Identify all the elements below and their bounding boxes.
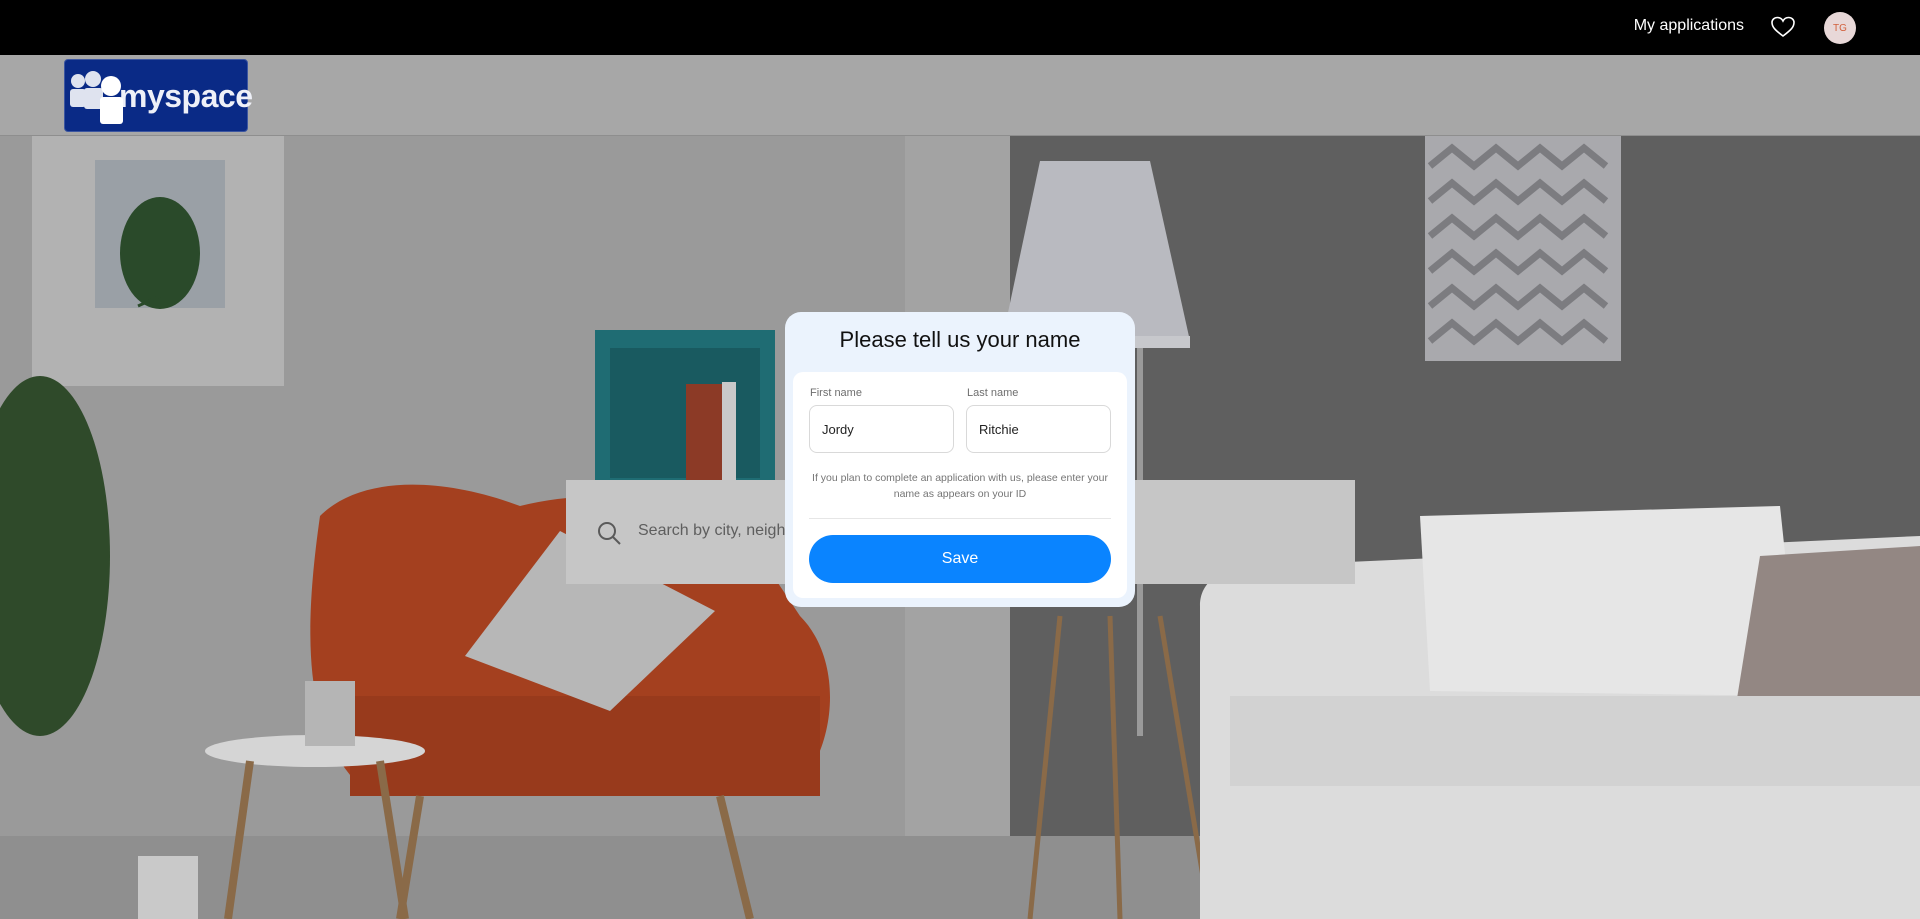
last-name-label: Last name — [967, 387, 1019, 399]
last-name-input[interactable]: Ritchie — [966, 405, 1111, 453]
last-name-field: Last name Ritchie — [966, 387, 1111, 453]
dialog-body: First name Jordy Last name Ritchie If yo… — [793, 372, 1127, 598]
name-dialog: Please tell us your name First name Jord… — [785, 312, 1135, 607]
save-button[interactable]: Save — [809, 535, 1111, 583]
user-avatar[interactable]: TG — [1824, 12, 1856, 44]
id-name-hint: If you plan to complete an application w… — [812, 472, 1108, 500]
divider — [809, 518, 1111, 519]
dialog-title: Please tell us your name — [839, 327, 1081, 352]
first-name-label: First name — [810, 387, 862, 399]
first-name-field: First name Jordy — [809, 387, 954, 453]
heart-icon[interactable] — [1770, 15, 1796, 39]
top-navigation-bar: My applications TG — [0, 0, 1920, 55]
first-name-input[interactable]: Jordy — [809, 405, 954, 453]
my-applications-link[interactable]: My applications — [1634, 17, 1744, 35]
